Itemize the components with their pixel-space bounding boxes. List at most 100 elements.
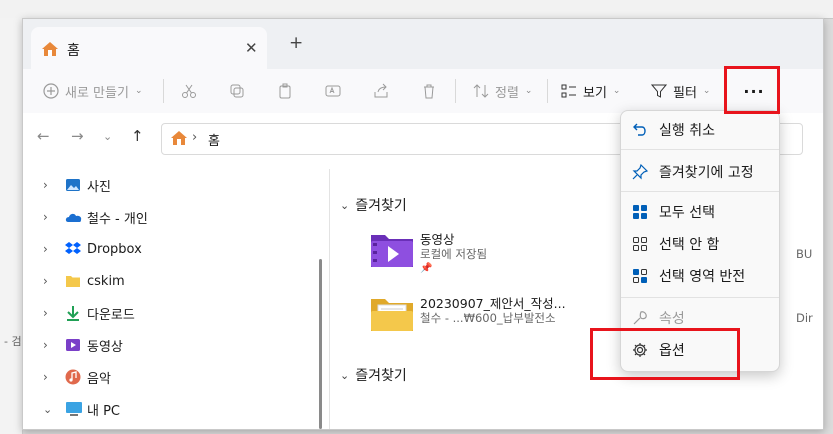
forward-arrow-icon[interactable]: → — [71, 127, 84, 145]
menu-item-pin-quick-access[interactable]: 즐겨찾기에 고정 — [621, 157, 779, 187]
pc-icon — [65, 401, 82, 417]
delete-button[interactable] — [421, 69, 443, 113]
photos-icon — [65, 177, 81, 193]
section-quick-access[interactable]: ⌄ 즐겨찾기 — [340, 195, 407, 215]
view-icon — [561, 84, 576, 98]
section-title: 즐겨찾기 — [355, 368, 407, 384]
new-label: 새로 만들기 — [65, 85, 129, 101]
new-tab-button[interactable]: + — [289, 33, 303, 53]
chevron-down-icon: ⌄ — [340, 368, 350, 382]
share-button[interactable] — [373, 69, 395, 113]
chevron-down-icon: ⌄ — [340, 198, 350, 212]
background-left-text: - 검 — [4, 335, 22, 348]
plus-circle-icon — [43, 83, 59, 99]
filter-icon — [651, 84, 667, 98]
tab-home[interactable]: 홈 ✕ — [31, 27, 267, 69]
chevron-right-icon[interactable]: › — [43, 338, 48, 352]
video-icon — [65, 337, 81, 353]
sidebar-item-onedrive[interactable]: › 철수 - 개인 — [23, 201, 313, 233]
paste-button[interactable] — [277, 69, 299, 113]
cut-button[interactable] — [181, 69, 203, 113]
sidebar-item-label: Dropbox — [87, 241, 142, 257]
chevron-right-icon[interactable]: › — [43, 370, 48, 384]
invert-selection-icon — [632, 268, 648, 284]
menu-item-label: 선택 영역 반전 — [659, 269, 746, 285]
menu-item-invert-selection[interactable]: 선택 영역 반전 — [621, 261, 779, 291]
folder-icon — [65, 273, 81, 289]
menu-item-select-none[interactable]: 선택 안 함 — [621, 229, 779, 259]
breadcrumb-home[interactable]: 홈 — [208, 130, 220, 149]
sidebar-item-dropbox[interactable]: › Dropbox — [23, 233, 313, 265]
copy-button[interactable] — [229, 69, 251, 113]
view-button[interactable]: 보기 ⌄ — [561, 69, 620, 113]
menu-separator — [621, 191, 779, 192]
sidebar-item-cskim[interactable]: › cskim — [23, 265, 313, 297]
trash-icon — [424, 84, 434, 99]
menu-item-label: 모두 선택 — [659, 205, 715, 221]
navigation-pane: › 사진 › 철수 - 개인 › Dropbox › cskim › 다운로드 … — [23, 169, 321, 429]
tile-subtitle: 철수 - ...₩600_납부발전소 — [420, 311, 556, 325]
menu-item-label: 즐겨찾기에 고정 — [659, 165, 754, 181]
back-arrow-icon[interactable]: ← — [37, 127, 50, 145]
chevron-right-icon[interactable]: › — [43, 210, 48, 224]
sort-button[interactable]: 정렬 ⌄ — [473, 69, 532, 113]
pin-icon — [632, 163, 649, 180]
filter-button[interactable]: 필터 ⌄ — [651, 69, 710, 113]
tab-bar: 홈 ✕ + — [23, 19, 823, 69]
toolbar-divider — [163, 79, 164, 103]
chevron-down-icon[interactable]: ⌄ — [43, 403, 52, 416]
new-button[interactable]: 새로 만들기 ⌄ — [43, 69, 142, 113]
sidebar-item-this-pc[interactable]: ⌄ 내 PC — [23, 393, 313, 425]
sort-icon — [473, 84, 489, 98]
menu-item-select-all[interactable]: 모두 선택 — [621, 197, 779, 227]
rename-icon — [325, 85, 341, 97]
chevron-right-icon[interactable]: › — [43, 242, 48, 256]
up-arrow-icon[interactable]: ↑ — [131, 127, 144, 145]
filter-label: 필터 — [673, 85, 697, 101]
chevron-right-icon[interactable]: › — [43, 274, 48, 288]
chevron-right-icon[interactable]: › — [43, 178, 48, 192]
toolbar-divider — [547, 79, 548, 103]
rename-button[interactable] — [325, 69, 347, 113]
sidebar-item-label: 음악 — [87, 371, 111, 387]
music-icon — [65, 369, 81, 385]
highlight-box-more-button — [724, 66, 780, 114]
sidebar-item-label: 동영상 — [87, 339, 123, 355]
sidebar-item-label: 내 PC — [87, 403, 121, 419]
breadcrumb-separator: › — [192, 130, 198, 145]
chevron-down-icon: ⌄ — [702, 86, 711, 96]
video-folder-icon — [370, 231, 413, 269]
section-title: 즐겨찾기 — [355, 198, 407, 214]
sidebar-scrollbar[interactable] — [319, 259, 322, 429]
chevron-right-icon[interactable]: › — [43, 306, 48, 320]
menu-item-label: 선택 안 함 — [659, 237, 720, 253]
select-none-icon — [632, 236, 648, 252]
menu-item-undo[interactable]: 실행 취소 — [621, 115, 779, 145]
sidebar-item-music[interactable]: › 음악 — [23, 361, 313, 393]
scissors-icon — [182, 84, 196, 98]
tile-subtitle: 로컬에 저장됨 — [420, 247, 488, 261]
onedrive-icon — [65, 209, 82, 225]
sort-label: 정렬 — [495, 85, 519, 101]
download-icon — [65, 305, 81, 321]
view-label: 보기 — [583, 85, 607, 101]
quick-access-item-proposal[interactable]: 20230907_제안서_작성... 철수 - ...₩600_납부발전소 — [370, 291, 580, 341]
sidebar-item-videos[interactable]: › 동영상 — [23, 329, 313, 361]
background-window-left — [0, 18, 23, 434]
share-icon — [374, 83, 388, 98]
recent-locations-chevron-icon[interactable]: ⌄ — [103, 130, 112, 143]
tab-title: 홈 — [67, 43, 80, 59]
copy-icon — [230, 84, 244, 98]
menu-separator — [621, 149, 779, 150]
sidebar-item-label: 철수 - 개인 — [87, 211, 148, 227]
dropbox-icon — [65, 241, 81, 257]
sidebar-item-photos[interactable]: › 사진 — [23, 169, 313, 201]
home-icon — [41, 41, 59, 61]
quick-access-item-videos[interactable]: 동영상 로컬에 저장됨 📌 — [370, 227, 580, 277]
pin-icon: 📌 — [420, 263, 433, 274]
sidebar-item-downloads[interactable]: › 다운로드 — [23, 297, 313, 329]
chevron-down-icon: ⌄ — [612, 86, 621, 96]
section-favorites[interactable]: ⌄ 즐겨찾기 — [340, 365, 407, 385]
tab-close-button[interactable]: ✕ — [245, 39, 258, 57]
menu-item-label: 속성 — [659, 311, 685, 327]
